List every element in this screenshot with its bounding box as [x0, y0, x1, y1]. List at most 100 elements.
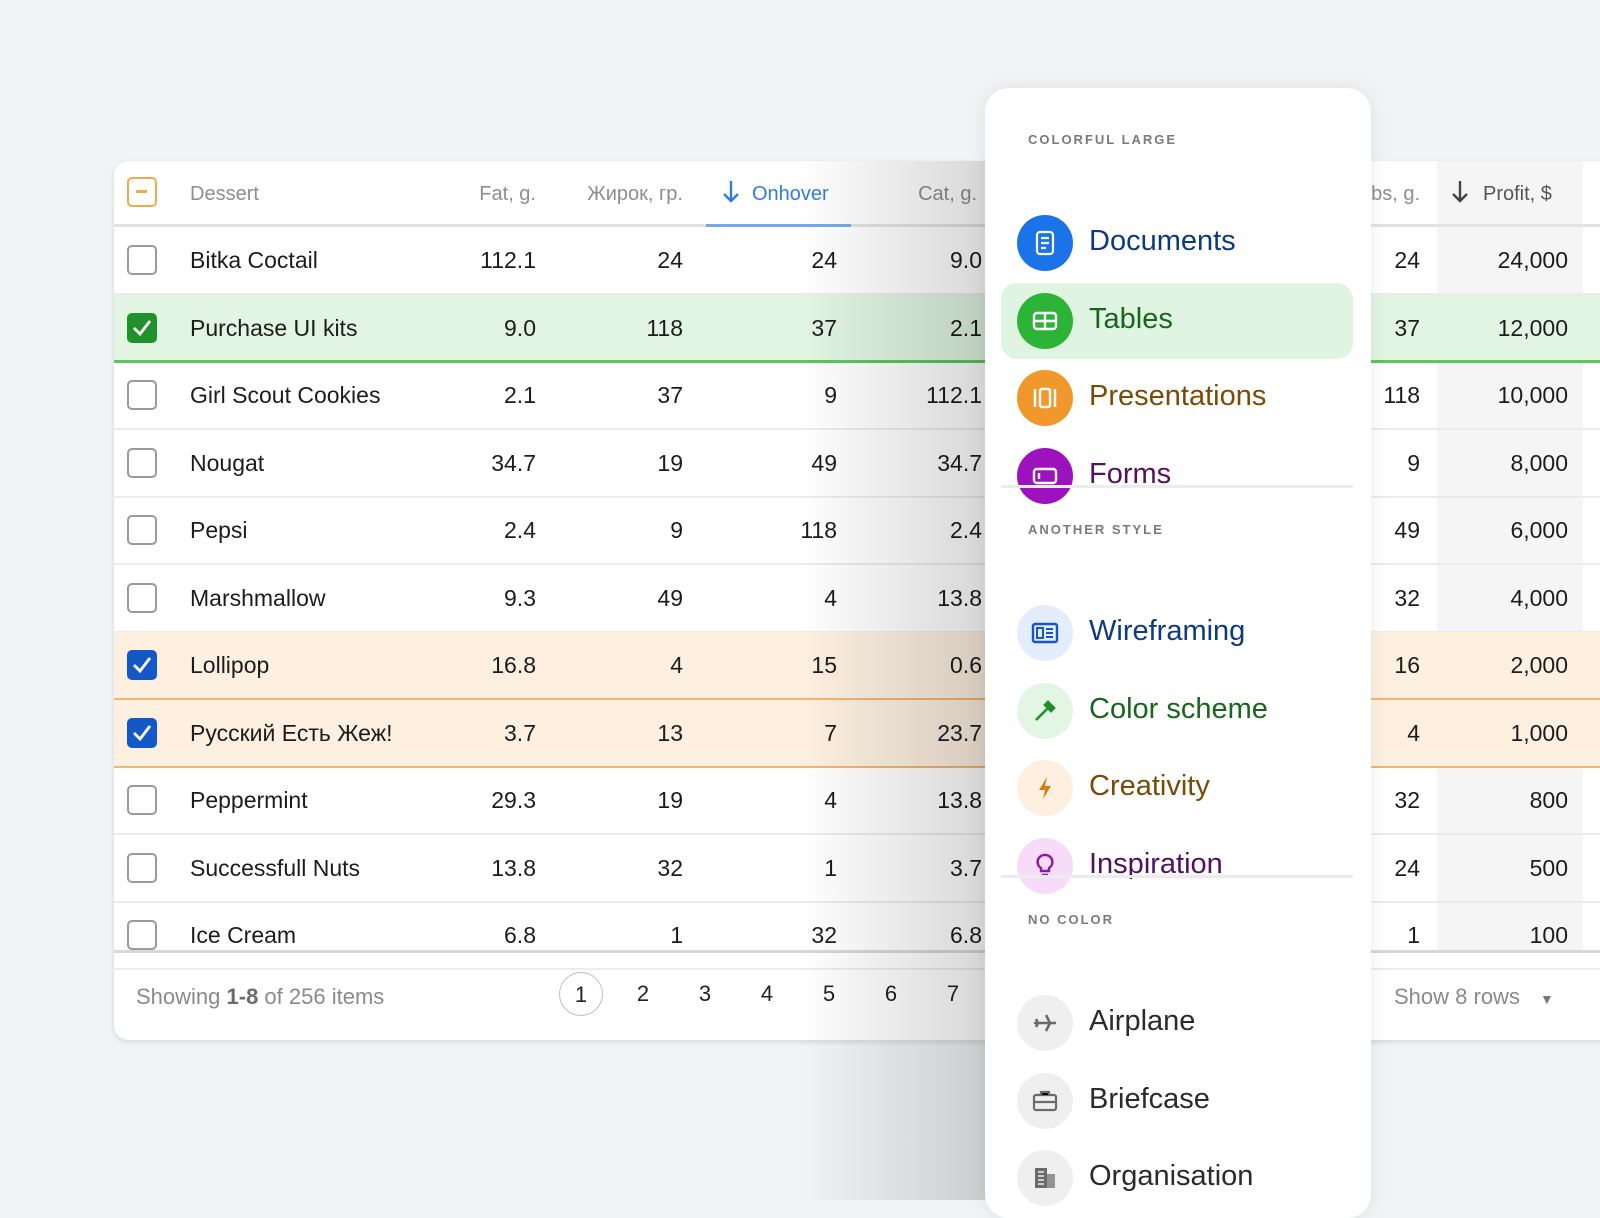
- row-checkbox[interactable]: [127, 920, 157, 950]
- menu-item-documents[interactable]: Documents: [1001, 205, 1353, 281]
- cell-cat: 23.7: [937, 719, 982, 746]
- cell-carbs: 37: [1394, 314, 1420, 341]
- menu-item-color-scheme[interactable]: Color scheme: [1001, 673, 1353, 749]
- cell-zhirok: 24: [657, 247, 683, 273]
- table-row[interactable]: Nougat 34.7 19 49 34.7 9 8,000: [114, 430, 1600, 498]
- row-checkbox[interactable]: [127, 717, 157, 748]
- cell-zhirok: 13: [657, 719, 683, 746]
- menu-item-inspiration[interactable]: Inspiration: [1001, 828, 1353, 904]
- menu-item-label: Color scheme: [1089, 692, 1268, 725]
- cell-zhirok: 37: [657, 382, 683, 408]
- cell-fat: 6.8: [504, 922, 536, 948]
- column-fat[interactable]: Fat, g.: [479, 183, 536, 206]
- cell-fat: 3.7: [504, 719, 536, 746]
- table-row[interactable]: Peppermint 29.3 19 4 13.8 32 800: [114, 767, 1600, 835]
- column-dessert[interactable]: Dessert: [190, 183, 259, 206]
- cell-profit: 2,000: [1510, 652, 1568, 678]
- cell-zhirok: 19: [657, 449, 683, 476]
- table-row[interactable]: Bitka Coctail 112.1 24 24 9.0 24 24,000: [114, 227, 1600, 295]
- cell-profit: 10,000: [1497, 382, 1568, 408]
- cell-zhirok: 9: [670, 517, 683, 543]
- cell-carbs: 118: [1383, 382, 1420, 408]
- page-6-button[interactable]: 6: [869, 972, 913, 1016]
- table-row[interactable]: Marshmallow 9.3 49 4 13.8 32 4,000: [114, 565, 1600, 633]
- cell-cat: 2.4: [950, 517, 982, 543]
- cell-cat: 6.8: [950, 922, 982, 948]
- menu-item-forms[interactable]: Forms: [1001, 438, 1353, 514]
- menu-item-organisation[interactable]: Organisation: [1001, 1140, 1353, 1216]
- cell-cat: 0.6: [950, 652, 982, 678]
- cell-cat: 13.8: [937, 584, 982, 611]
- menu-item-tables[interactable]: Tables: [1001, 282, 1353, 359]
- table-row[interactable]: Successfull Nuts 13.8 32 1 3.7 24 500: [114, 835, 1600, 903]
- cell-dessert: Lollipop: [190, 652, 270, 678]
- column-cat[interactable]: Cat, g.: [918, 183, 977, 206]
- cell-cat: 3.7: [950, 854, 982, 881]
- cell-zhirok: 19: [657, 787, 683, 813]
- table-row[interactable]: Lollipop 16.8 4 15 0.6 16 2,000: [114, 632, 1600, 700]
- cell-fat: 112.1: [480, 247, 536, 273]
- row-checkbox[interactable]: [127, 312, 157, 343]
- cell-carbs: 9: [1407, 449, 1420, 476]
- cell-dessert: Ice Cream: [190, 922, 297, 948]
- menu-item-presentations[interactable]: Presentations: [1001, 360, 1353, 436]
- column-carbs[interactable]: bs, g.: [1371, 183, 1420, 206]
- menu-item-airplane[interactable]: Airplane: [1001, 985, 1353, 1061]
- table-row[interactable]: Pepsi 2.4 9 118 2.4 49 6,000: [114, 497, 1600, 565]
- row-checkbox[interactable]: [127, 650, 157, 680]
- cell-dessert: Pepsi: [190, 517, 248, 543]
- cell-carbs: 16: [1394, 652, 1420, 678]
- cell-profit: 500: [1529, 854, 1568, 881]
- page-2-button[interactable]: 2: [621, 972, 665, 1016]
- cell-zhirok: 1: [670, 922, 683, 948]
- row-checkbox[interactable]: [127, 582, 157, 613]
- cell-fat: 2.4: [504, 517, 536, 543]
- cell-profit: 4,000: [1510, 584, 1568, 611]
- table-row[interactable]: Purchase UI kits 9.0 118 37 2.1 37 12,00…: [114, 294, 1600, 363]
- menu-item-label: Tables: [1089, 302, 1173, 335]
- row-checkbox[interactable]: [127, 852, 157, 883]
- cell-fat: 9.0: [504, 314, 536, 341]
- page-3-button[interactable]: 3: [683, 972, 727, 1016]
- column-onhover[interactable]: Onhover: [706, 161, 851, 227]
- caret-down-icon: ▼: [1539, 991, 1554, 1007]
- row-checkbox[interactable]: [127, 447, 157, 478]
- cell-dessert: Purchase UI kits: [190, 314, 358, 341]
- row-checkbox[interactable]: [127, 785, 157, 815]
- cell-carbs: 49: [1394, 517, 1420, 543]
- row-checkbox[interactable]: [127, 380, 157, 410]
- sort-down-icon: [723, 181, 739, 203]
- cell-zhirok: 32: [657, 854, 683, 881]
- cell-cat: 34.7: [937, 449, 982, 476]
- cell-carbs: 32: [1394, 584, 1420, 611]
- table-row[interactable]: Girl Scout Cookies 2.1 37 9 112.1 118 10…: [114, 362, 1600, 430]
- cell-profit: 1,000: [1510, 719, 1568, 746]
- cell-dessert: Bitka Coctail: [190, 247, 318, 273]
- cell-onhover: 9: [824, 382, 837, 408]
- menu-item-creativity[interactable]: Creativity: [1001, 750, 1353, 826]
- column-profit[interactable]: Profit, $: [1437, 161, 1583, 227]
- cell-profit: 6,000: [1510, 517, 1568, 543]
- rows-per-page-select[interactable]: Show 8 rows ▼: [1394, 984, 1554, 1010]
- cell-cat: 112.1: [926, 382, 982, 408]
- page-5-button[interactable]: 5: [807, 972, 851, 1016]
- cell-fat: 13.8: [491, 854, 536, 881]
- cell-cat: 2.1: [950, 314, 982, 341]
- table-header: Dessert Fat, g. Жирок, гр. Onhover Cat, …: [114, 161, 1600, 227]
- page-1-button[interactable]: 1: [559, 972, 603, 1016]
- row-checkbox[interactable]: [127, 245, 157, 275]
- select-all-checkbox[interactable]: [127, 177, 157, 207]
- column-zhirok[interactable]: Жирок, гр.: [587, 183, 683, 206]
- cell-carbs: 32: [1394, 787, 1420, 813]
- menu-item-wireframing[interactable]: Wireframing: [1001, 595, 1353, 671]
- table-row[interactable]: Русский Есть Жеж! 3.7 13 7 23.7 4 1,000: [114, 699, 1600, 768]
- page-7-button[interactable]: 7: [931, 972, 975, 1016]
- table-footer: Showing 1-8 of 256 items 1234567 Show 8 …: [114, 950, 1600, 1040]
- cell-profit: 24,000: [1497, 247, 1568, 273]
- wireframe-icon: [1017, 605, 1073, 661]
- row-checkbox[interactable]: [127, 515, 157, 545]
- section-label: ANOTHER STYLE: [1028, 522, 1164, 537]
- page-4-button[interactable]: 4: [745, 972, 789, 1016]
- menu-item-briefcase[interactable]: Briefcase: [1001, 1063, 1353, 1139]
- cell-dessert: Русский Есть Жеж!: [190, 719, 393, 746]
